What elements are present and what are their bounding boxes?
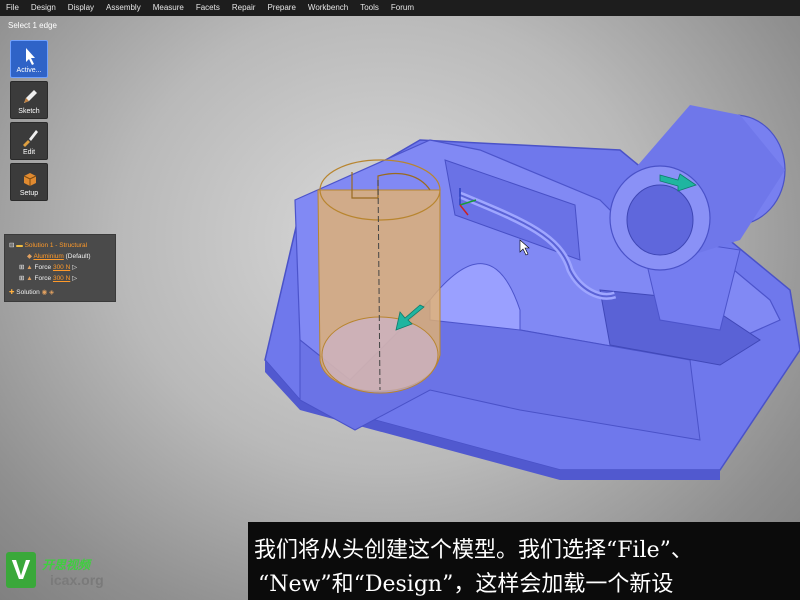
edit-brush-icon bbox=[20, 128, 40, 148]
cursor-icon bbox=[20, 46, 40, 66]
setup-cube-icon bbox=[20, 169, 40, 189]
subtitle-overlay: 我们将从头创建这个模型。我们选择“File”、 “New”和“Design”，这… bbox=[248, 522, 800, 600]
force-icon: ▲ bbox=[26, 264, 33, 271]
tree-solution-results-row[interactable]: ✚ Solution ◉ ◈ bbox=[9, 288, 54, 296]
brand-name: 开思视频 bbox=[42, 558, 91, 572]
solve-icon[interactable]: ◉ bbox=[42, 289, 48, 296]
material-suffix: (Default) bbox=[65, 253, 91, 260]
tree-material-row[interactable]: ◆ Aluminium (Default) bbox=[27, 252, 91, 260]
tool-label: Sketch bbox=[18, 108, 40, 115]
menu-measure[interactable]: Measure bbox=[147, 0, 190, 16]
menu-facets[interactable]: Facets bbox=[190, 0, 226, 16]
expand-icon[interactable]: ⊞ bbox=[19, 275, 24, 282]
tree-force2-row[interactable]: ⊞ ▲ Force 300 N ▷ bbox=[19, 274, 77, 282]
menu-forum[interactable]: Forum bbox=[385, 0, 420, 16]
pencil-icon bbox=[20, 87, 40, 107]
menu-bar: File Design Display Assembly Measure Facets Re… bbox=[0, 0, 800, 16]
tree-solution-row[interactable]: ⊟ ▬ Solution 1 - Structural bbox=[9, 241, 87, 249]
plus-icon: ✚ bbox=[9, 289, 15, 296]
material-link[interactable]: Aluminium bbox=[33, 253, 63, 260]
tree-force1-row[interactable]: ⊞ ▲ Force 300 N ▷ bbox=[19, 263, 77, 271]
tool-setup-button[interactable]: Setup bbox=[10, 163, 48, 201]
tool-edit-button[interactable]: Edit bbox=[10, 122, 48, 160]
expand-icon[interactable]: ⊟ bbox=[9, 242, 14, 249]
force2-value[interactable]: 300 N bbox=[53, 275, 70, 282]
tool-label: Setup bbox=[19, 190, 39, 197]
play-icon[interactable]: ▷ bbox=[72, 275, 77, 282]
folder-icon: ▬ bbox=[16, 242, 23, 249]
tool-active-button[interactable]: Active... bbox=[10, 40, 48, 78]
tool-sketch-button[interactable]: Sketch bbox=[10, 81, 48, 119]
cylinder-bore bbox=[626, 184, 694, 256]
menu-display[interactable]: Display bbox=[62, 0, 100, 16]
model-render[interactable] bbox=[0, 16, 800, 600]
solution-title: Solution 1 - Structural bbox=[24, 242, 88, 249]
brand-v-icon: V bbox=[6, 552, 36, 588]
status-hint: Select 1 edge bbox=[8, 21, 57, 30]
force1-label: Force bbox=[34, 264, 52, 271]
force1-value[interactable]: 300 N bbox=[53, 264, 70, 271]
solution-label: Solution bbox=[16, 289, 40, 296]
menu-repair[interactable]: Repair bbox=[226, 0, 262, 16]
play-icon[interactable]: ▷ bbox=[72, 264, 77, 271]
3d-viewport[interactable] bbox=[0, 16, 800, 600]
tool-label: Edit bbox=[22, 149, 36, 156]
menu-design[interactable]: Design bbox=[25, 0, 62, 16]
menu-prepare[interactable]: Prepare bbox=[261, 0, 301, 16]
watermark-logo: V 开思视频 icax.org bbox=[2, 530, 122, 600]
menu-workbench[interactable]: Workbench bbox=[302, 0, 354, 16]
brand-domain: icax.org bbox=[50, 572, 104, 588]
subtitle-line-2: “New”和“Design”，这样会加载一个新设 bbox=[258, 572, 674, 597]
menu-assembly[interactable]: Assembly bbox=[100, 0, 147, 16]
results-icon[interactable]: ◈ bbox=[49, 289, 54, 296]
simulation-tree[interactable]: ⊟ ▬ Solution 1 - Structural ◆ Aluminium … bbox=[4, 234, 116, 302]
subtitle-line-1: 我们将从头创建这个模型。我们选择“File”、 bbox=[254, 538, 693, 563]
menu-tools[interactable]: Tools bbox=[354, 0, 385, 16]
force2-label: Force bbox=[34, 275, 52, 282]
material-icon: ◆ bbox=[27, 253, 32, 260]
tool-label: Active... bbox=[16, 67, 42, 74]
force-icon: ▲ bbox=[26, 275, 33, 282]
expand-icon[interactable]: ⊞ bbox=[19, 264, 24, 271]
menu-file[interactable]: File bbox=[0, 0, 25, 16]
